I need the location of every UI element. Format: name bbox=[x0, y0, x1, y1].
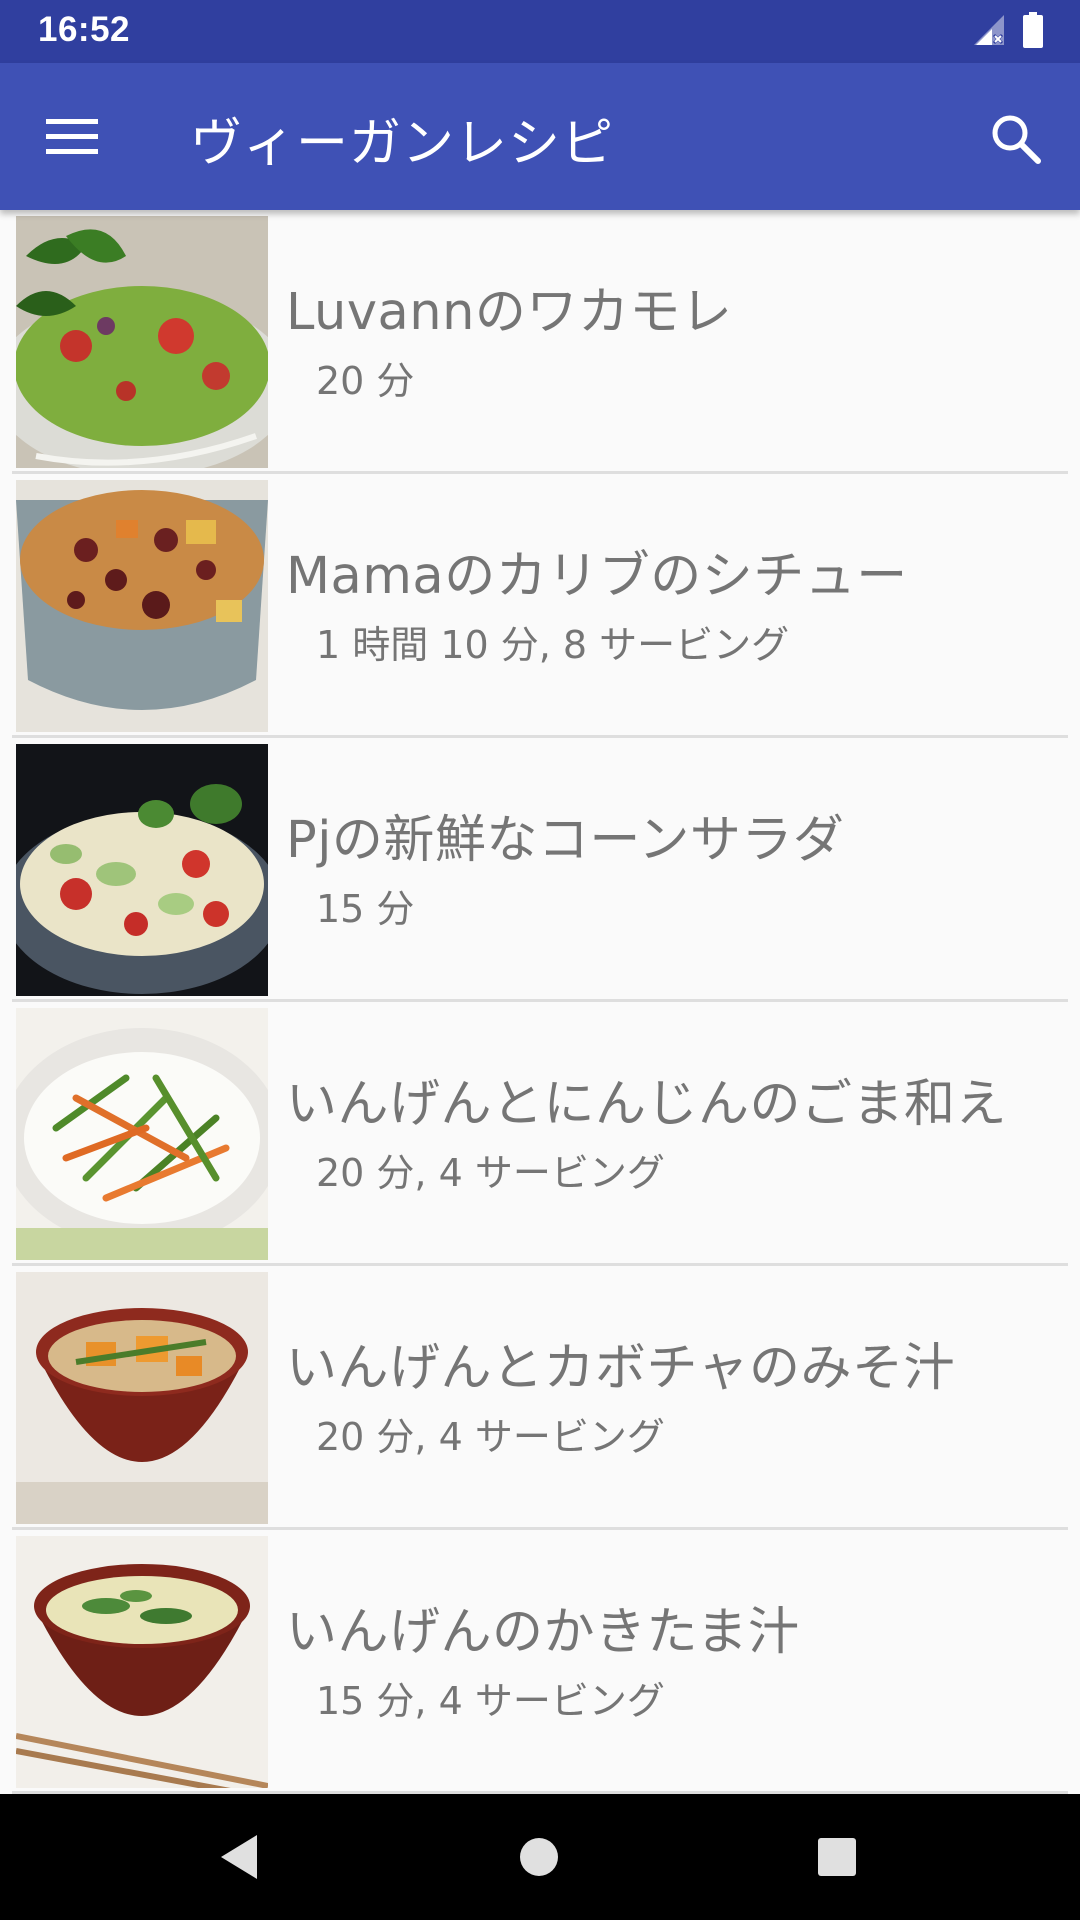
recipe-meta: 20 分 bbox=[316, 359, 415, 403]
guacamole-photo bbox=[16, 216, 268, 468]
recipe-title: いんげんのかきたま汁 bbox=[286, 1603, 800, 1662]
back-triangle-icon[interactable] bbox=[206, 1824, 272, 1890]
recipe-meta: 15 分, 4 サービング bbox=[316, 1679, 665, 1723]
search-icon[interactable] bbox=[980, 103, 1052, 175]
status-bar: 16:52 bbox=[0, 0, 1080, 63]
battery-icon bbox=[1022, 12, 1044, 52]
recipe-meta: 20 分, 4 サービング bbox=[316, 1151, 665, 1195]
recipe-list-item[interactable]: いんげんのかきたま汁 15 分, 4 サービング bbox=[12, 1530, 1068, 1794]
recents-square-icon[interactable] bbox=[804, 1824, 870, 1890]
app-title: ヴィーガンレシピ bbox=[190, 114, 615, 174]
recipe-list-item[interactable]: Luvannのワカモレ 20 分 bbox=[12, 210, 1068, 474]
status-icons bbox=[972, 12, 1044, 52]
hamburger-menu-icon[interactable] bbox=[36, 105, 108, 169]
recipe-title: いんげんとカボチャのみそ汁 bbox=[286, 1339, 955, 1398]
recipe-list-item[interactable]: いんげんとカボチャのみそ汁 20 分, 4 サービング bbox=[12, 1266, 1068, 1530]
app-bar: ヴィーガンレシピ bbox=[0, 63, 1080, 210]
recipe-meta: 15 分 bbox=[316, 887, 415, 931]
recipe-title: いんげんとにんじんのごま和え bbox=[286, 1075, 1008, 1134]
home-circle-icon[interactable] bbox=[506, 1824, 572, 1890]
corn-salad-photo bbox=[16, 744, 268, 996]
recipe-list[interactable]: Luvannのワカモレ 20 分 Mamaのカリブのシチュー 1 時間 10 分… bbox=[0, 210, 1080, 1794]
recipe-title: Pjの新鮮なコーンサラダ bbox=[286, 811, 845, 870]
caribbean-stew-photo bbox=[16, 480, 268, 732]
bean-egg-drop-soup-photo bbox=[16, 1536, 268, 1788]
system-nav-bar bbox=[0, 1794, 1080, 1920]
recipe-title: Mamaのカリブのシチュー bbox=[286, 547, 908, 606]
recipe-list-item[interactable]: Pjの新鮮なコーンサラダ 15 分 bbox=[12, 738, 1068, 1002]
bean-pumpkin-miso-soup-photo bbox=[16, 1272, 268, 1524]
recipe-list-item[interactable]: Mamaのカリブのシチュー 1 時間 10 分, 8 サービング bbox=[12, 474, 1068, 738]
recipe-list-item[interactable]: いんげんとにんじんのごま和え 20 分, 4 サービング bbox=[12, 1002, 1068, 1266]
status-time: 16:52 bbox=[38, 10, 131, 49]
recipe-meta: 1 時間 10 分, 8 サービング bbox=[316, 623, 790, 667]
recipe-meta: 20 分, 4 サービング bbox=[316, 1415, 665, 1459]
recipe-title: Luvannのワカモレ bbox=[286, 283, 733, 342]
signal-icon bbox=[972, 13, 1006, 51]
green-beans-carrot-sesame-photo bbox=[16, 1008, 268, 1260]
